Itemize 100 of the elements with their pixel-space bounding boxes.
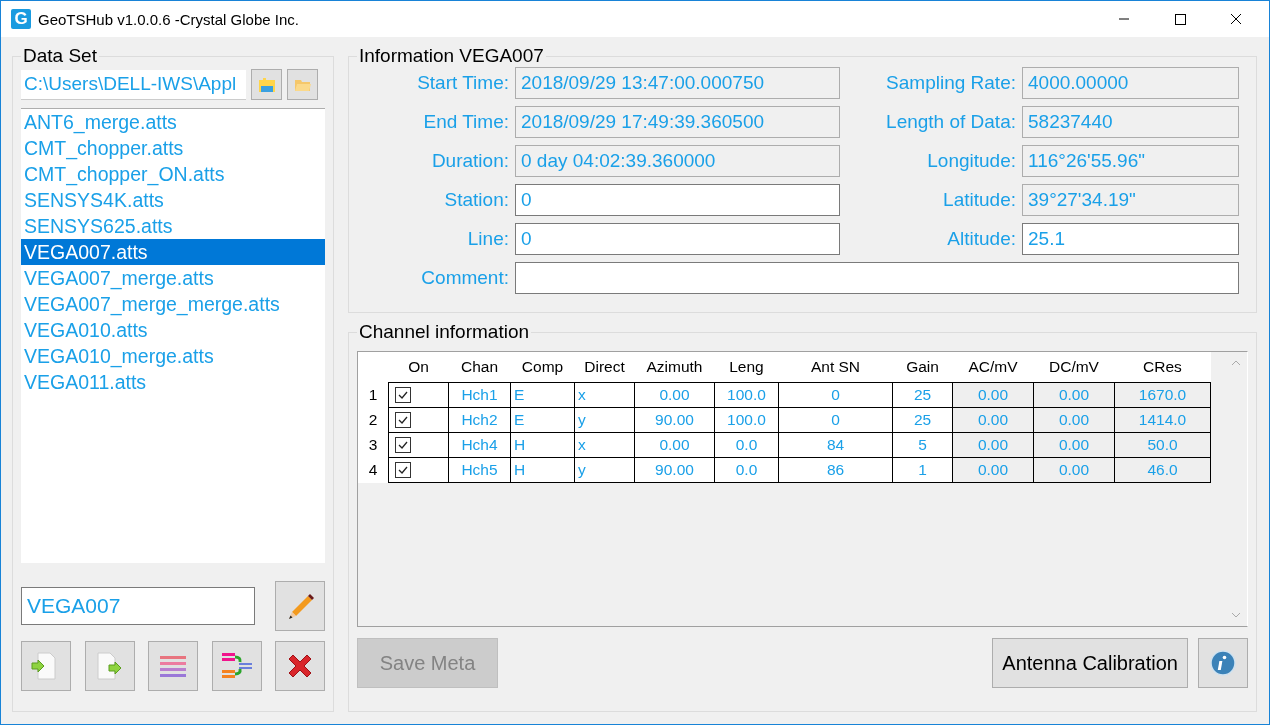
table-cell: 0.00 xyxy=(1033,457,1115,483)
table-cell: 0.00 xyxy=(952,457,1034,483)
antenna-calibration-button[interactable]: Antenna Calibration xyxy=(992,638,1188,688)
table-cell: 90.00 xyxy=(634,457,715,483)
table-cell: 0.00 xyxy=(1033,407,1115,433)
field-label: Altitude: xyxy=(946,228,1016,250)
info-field[interactable]: 0 day 04:02:39.360000 xyxy=(515,145,840,177)
table-cell: 25 xyxy=(892,382,953,408)
info-field[interactable]: 0 xyxy=(515,184,840,216)
table-cell: H xyxy=(510,457,575,483)
column-header[interactable]: Comp xyxy=(510,352,575,383)
table-cell: 0.0 xyxy=(714,457,779,483)
column-header[interactable]: DC/mV xyxy=(1033,352,1115,383)
column-header[interactable]: On xyxy=(388,352,449,383)
checkmark-icon xyxy=(397,414,409,426)
scroll-up-icon[interactable] xyxy=(1231,360,1241,366)
field-label: Duration: xyxy=(430,150,509,172)
file-item[interactable]: VEGA007_merge_merge.atts xyxy=(21,291,325,317)
table-cell: 84 xyxy=(778,432,893,458)
export-button[interactable] xyxy=(84,641,135,691)
list-button[interactable] xyxy=(148,641,198,691)
column-header[interactable]: CRes xyxy=(1114,352,1211,383)
field-label: Latitude: xyxy=(942,189,1016,211)
info-field[interactable]: 4000.00000 xyxy=(1022,67,1239,99)
field-label: Station: xyxy=(443,189,509,211)
group-title: Data Set xyxy=(22,45,98,67)
table-cell: 0.0 xyxy=(714,432,779,458)
field-label: Longitude: xyxy=(926,150,1016,172)
table-cell: 46.0 xyxy=(1114,457,1211,483)
merge-button[interactable] xyxy=(211,641,262,691)
list-icon xyxy=(159,654,187,678)
row-number: 1 xyxy=(358,382,389,408)
path-field[interactable]: C:\Users\DELL-IWS\Appl xyxy=(21,69,246,100)
field-label: Sampling Rate: xyxy=(885,72,1016,94)
column-header[interactable]: AC/mV xyxy=(952,352,1034,383)
table-cell: 0.00 xyxy=(1033,382,1115,408)
table-cell: 0.00 xyxy=(1033,432,1115,458)
column-header[interactable]: Azimuth xyxy=(634,352,715,383)
scroll-down-icon[interactable] xyxy=(1231,612,1241,618)
file-item[interactable]: VEGA011.atts xyxy=(21,369,325,395)
table-cell: 100.0 xyxy=(714,382,779,408)
row-number: 4 xyxy=(358,457,389,483)
merge-lists-icon xyxy=(220,651,253,681)
info-field[interactable]: 58237440 xyxy=(1022,106,1239,138)
table-cell: 0 xyxy=(778,407,893,433)
file-item[interactable]: VEGA010_merge.atts xyxy=(21,343,325,369)
table-cell: 100.0 xyxy=(714,407,779,433)
table-cell: 1414.0 xyxy=(1114,407,1211,433)
checkbox[interactable] xyxy=(395,462,411,478)
checkbox[interactable] xyxy=(395,412,411,428)
checkmark-icon xyxy=(397,464,409,476)
info-field[interactable]: 2018/09/29 13:47:00.000750 xyxy=(515,67,840,99)
file-item[interactable]: VEGA007_merge.atts xyxy=(21,265,325,291)
table-cell: H xyxy=(510,432,575,458)
info-field[interactable]: 25.1 xyxy=(1022,223,1239,255)
column-header[interactable]: Direct xyxy=(574,352,635,383)
table-cell: x xyxy=(574,382,635,408)
column-header[interactable]: Gain xyxy=(892,352,953,383)
file-item[interactable]: CMT_chopper.atts xyxy=(21,135,325,161)
row-number: 2 xyxy=(358,407,389,433)
file-item[interactable]: CMT_chopper_ON.atts xyxy=(21,161,325,187)
table-cell: 0.00 xyxy=(634,382,715,408)
column-header[interactable]: Ant SN xyxy=(778,352,893,383)
table-cell: 25 xyxy=(892,407,953,433)
table-cell: 1670.0 xyxy=(1114,382,1211,408)
file-item[interactable]: VEGA010.atts xyxy=(21,317,325,343)
name-field[interactable]: VEGA007 xyxy=(21,587,255,625)
file-item[interactable]: ANT6_merge.atts xyxy=(21,109,325,135)
checkbox[interactable] xyxy=(395,437,411,453)
app-icon: G xyxy=(11,9,31,29)
column-header[interactable]: Chan xyxy=(448,352,511,383)
info-button[interactable] xyxy=(1198,638,1248,688)
table-cell: Hch5 xyxy=(448,457,511,483)
save-icon xyxy=(257,76,276,93)
table-cell: 1 xyxy=(892,457,953,483)
delete-button[interactable] xyxy=(275,641,325,691)
table-cell: 0.00 xyxy=(634,432,715,458)
checkbox[interactable] xyxy=(395,387,411,403)
info-field[interactable] xyxy=(515,262,1239,294)
checkmark-icon xyxy=(397,439,409,451)
import-button[interactable] xyxy=(21,641,71,691)
field-label: Start Time: xyxy=(416,72,509,94)
file-item[interactable]: SENSYS625.atts xyxy=(21,213,325,239)
open-folder-button[interactable] xyxy=(287,69,318,100)
info-field[interactable]: 116°26'55.96" xyxy=(1022,145,1239,177)
table-cell: 90.00 xyxy=(634,407,715,433)
column-header[interactable]: Leng xyxy=(714,352,779,383)
file-item[interactable]: SENSYS4K.atts xyxy=(21,187,325,213)
save-folder-button[interactable] xyxy=(251,69,282,100)
info-field[interactable]: 2018/09/29 17:49:39.360500 xyxy=(515,106,840,138)
rename-button[interactable] xyxy=(275,581,325,631)
table-cell: Hch1 xyxy=(448,382,511,408)
field-label: End Time: xyxy=(422,111,509,133)
file-item[interactable]: VEGA007.atts xyxy=(21,239,325,265)
table-cell: 86 xyxy=(778,457,893,483)
info-field[interactable]: 0 xyxy=(515,223,840,255)
table-cell: 0.00 xyxy=(952,382,1034,408)
info-field[interactable]: 39°27'34.19" xyxy=(1022,184,1239,216)
table-cell: y xyxy=(574,407,635,433)
table-cell: E xyxy=(510,407,575,433)
